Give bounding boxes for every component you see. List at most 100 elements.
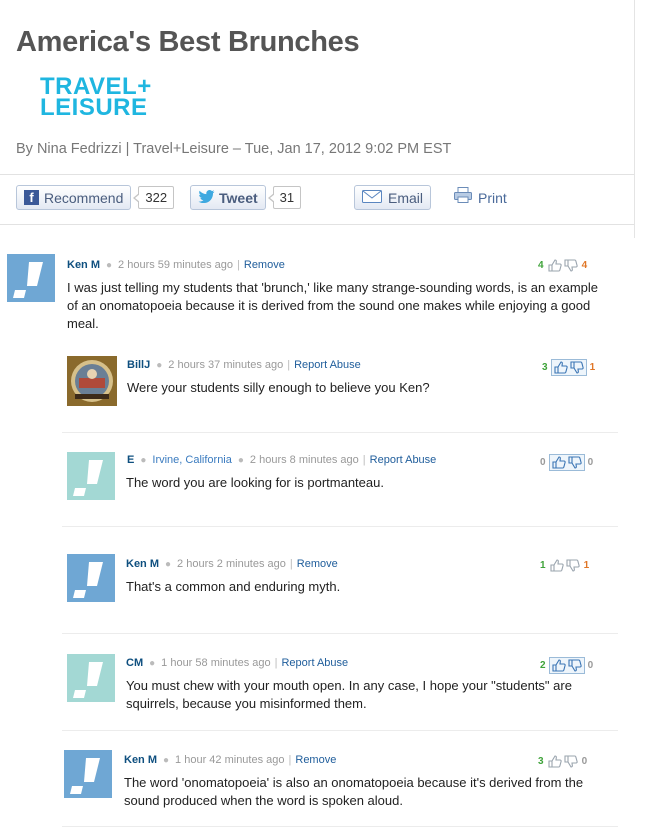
comment-text: You must chew with your mouth open. In a…: [126, 678, 572, 711]
thumbs-up-count: 2: [540, 660, 546, 671]
vote-buttons: [547, 259, 579, 272]
thumbs-down-icon[interactable]: [568, 659, 582, 672]
report-abuse-link[interactable]: Report Abuse: [294, 359, 361, 371]
comment-text: Were your students silly enough to belie…: [127, 380, 430, 395]
remove-link[interactable]: Remove: [297, 558, 338, 570]
thumbs-up-icon[interactable]: [550, 559, 564, 572]
thumbs-up-icon[interactable]: [554, 361, 568, 374]
vote-controls: 1 1: [540, 559, 589, 572]
comment-text: The word 'onomatopoeia' is also an onoma…: [124, 775, 584, 808]
comment-meta: Ken M ● 2 hours 2 minutes ago | Remove: [126, 558, 338, 570]
thumbs-down-count: 4: [581, 260, 588, 271]
tweet-button[interactable]: Tweet: [190, 185, 266, 210]
email-label: Email: [388, 189, 424, 206]
vote-buttons: [549, 559, 581, 572]
email-button[interactable]: Email: [354, 185, 432, 210]
thumbs-down-count: 0: [587, 457, 594, 468]
default-avatar-icon[interactable]: [67, 554, 115, 607]
vote-controls: 3 1: [542, 359, 595, 376]
thumbs-up-count: 3: [538, 756, 544, 767]
envelope-icon: [362, 189, 382, 206]
print-label: Print: [478, 189, 507, 206]
comment-author[interactable]: Ken M: [67, 259, 100, 271]
divider: [0, 224, 634, 225]
thumbs-down-icon[interactable]: [566, 559, 580, 572]
comment-meta: Ken M ● 2 hours 59 minutes ago | Remove: [67, 259, 285, 271]
article-title: America's Best Brunches: [16, 26, 360, 58]
recommend-button[interactable]: f Recommend: [16, 185, 132, 210]
report-abuse-link[interactable]: Report Abuse: [281, 657, 348, 669]
thumbs-down-count: 0: [581, 756, 588, 767]
comment-meta: BillJ ● 2 hours 37 minutes ago | Report Abus…: [127, 359, 361, 371]
vote-controls: 2 0: [540, 657, 593, 674]
comment-author[interactable]: BillJ: [127, 359, 150, 371]
comment-text: That's a common and enduring myth.: [126, 579, 341, 594]
thumbs-up-count: 1: [540, 560, 546, 571]
logo-line-2: LEISURE: [40, 94, 148, 121]
thumbs-down-icon[interactable]: [564, 755, 578, 768]
vote-buttons: [550, 359, 587, 376]
default-avatar-icon[interactable]: [67, 654, 115, 707]
comment-divider: [62, 526, 618, 527]
thumbs-down-icon[interactable]: [568, 456, 582, 469]
thumbs-up-count: 3: [542, 362, 548, 373]
comment-meta: E ● Irvine, California ● 2 hours 8 minutes a…: [127, 454, 437, 466]
default-avatar-icon[interactable]: [67, 452, 115, 505]
comment-text: The word you are looking for is portmant…: [126, 475, 384, 490]
comment-author[interactable]: Ken M: [124, 754, 157, 766]
comment-location[interactable]: Irvine, California: [152, 454, 231, 466]
article-header: America's Best Brunches TRAVEL+ LEISURE …: [0, 0, 635, 238]
comment-time: 2 hours 37 minutes ago: [168, 359, 284, 371]
comment-author[interactable]: Ken M: [126, 558, 159, 570]
vote-buttons: [547, 755, 579, 768]
comment-divider: [62, 432, 618, 433]
comment-divider: [62, 826, 618, 827]
remove-link[interactable]: Remove: [295, 754, 336, 766]
comment-author[interactable]: E: [127, 454, 134, 466]
tweet-group: Tweet 31: [190, 184, 302, 211]
vote-buttons: [548, 454, 585, 471]
email-group: Email: [354, 184, 432, 211]
tweet-label: Tweet: [219, 189, 258, 206]
thumbs-down-count: 0: [587, 660, 594, 671]
comment-time: 1 hour 58 minutes ago: [161, 657, 271, 669]
thumbs-up-icon[interactable]: [552, 456, 566, 469]
remove-link[interactable]: Remove: [244, 259, 285, 271]
comment-time: 2 hours 8 minutes ago: [249, 454, 359, 466]
thumbs-down-icon[interactable]: [564, 259, 578, 272]
default-avatar-icon[interactable]: [7, 254, 55, 307]
tweet-count: 31: [267, 186, 302, 209]
facebook-icon: f: [24, 190, 39, 205]
thumbs-up-icon[interactable]: [548, 755, 562, 768]
user-photo-avatar[interactable]: [67, 356, 117, 411]
travel-leisure-logo[interactable]: TRAVEL+ LEISURE: [40, 75, 152, 121]
comment-text: I was just telling my students that 'bru…: [67, 280, 599, 331]
byline: By Nina Fedrizzi | Travel+Leisure – Tue,…: [16, 141, 452, 157]
comment-time: 1 hour 42 minutes ago: [175, 754, 285, 766]
recommend-label: Recommend: [44, 189, 124, 206]
vote-controls: 4 4: [538, 259, 587, 272]
thumbs-up-count: 0: [540, 457, 546, 468]
comment-author[interactable]: CM: [126, 657, 143, 669]
divider: [0, 174, 634, 175]
comment-meta: CM ● 1 hour 58 minutes ago | Report Abuse: [126, 657, 349, 669]
thumbs-down-count: 1: [589, 362, 596, 373]
thumbs-up-icon[interactable]: [548, 259, 562, 272]
thumbs-up-icon[interactable]: [552, 659, 566, 672]
comment-time: 2 hours 2 minutes ago: [177, 558, 286, 570]
thumbs-down-icon[interactable]: [570, 361, 584, 374]
comment-meta: Ken M ● 1 hour 42 minutes ago | Remove: [124, 754, 337, 766]
vote-controls: 3 0: [538, 755, 587, 768]
recommend-group: f Recommend 322: [16, 184, 175, 211]
comment-divider: [62, 730, 618, 731]
default-avatar-icon[interactable]: [64, 750, 112, 803]
comment-time: 2 hours 59 minutes ago: [118, 259, 234, 271]
thumbs-down-count: 1: [583, 560, 590, 571]
comment-divider: [62, 633, 618, 634]
print-link[interactable]: Print: [454, 184, 507, 211]
printer-icon: [454, 187, 472, 208]
report-abuse-link[interactable]: Report Abuse: [370, 454, 437, 466]
recommend-count: 322: [133, 186, 175, 209]
vote-controls: 0 0: [540, 454, 593, 471]
twitter-bird-icon: [198, 189, 215, 206]
